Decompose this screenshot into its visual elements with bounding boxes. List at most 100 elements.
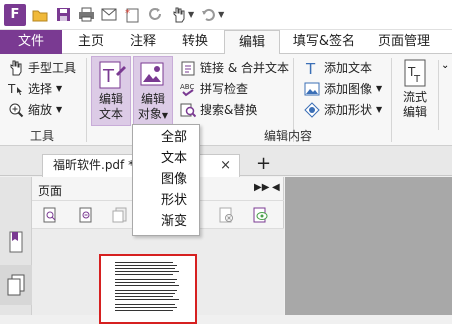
thumbnail-text-line — [115, 279, 177, 280]
page-properties-icon[interactable] — [252, 207, 268, 223]
edit-object-label-2: 对象▼ — [134, 107, 172, 123]
add-text-button[interactable]: T 添加文本 — [304, 59, 372, 76]
tab-file[interactable]: 文件 — [0, 30, 62, 54]
tab-page-manage[interactable]: 页面管理 — [368, 30, 440, 54]
link-merge-button[interactable]: 链接 & 合并文本 — [180, 59, 289, 76]
zoom-tool-button[interactable]: 缩放 ▼ — [8, 101, 62, 118]
hand-icon — [8, 60, 24, 76]
spell-check-button[interactable]: ABC 拼写检查 — [180, 80, 248, 97]
quick-access-caret-icon[interactable]: ▼ — [218, 10, 224, 19]
ribbon-overflow-icon[interactable]: ⌄ — [441, 60, 450, 71]
ribbon-overflow[interactable]: ⌄ — [438, 60, 450, 130]
flow-edit-label-1: 流式 — [402, 90, 427, 104]
select-caret-icon[interactable]: ▼ — [56, 84, 62, 93]
tab-comment[interactable]: 注释 — [120, 30, 166, 54]
thumbnail-text-line — [115, 293, 175, 294]
menu-item-gradient[interactable]: 渐变 — [133, 212, 199, 233]
document-tab-strip: 福昕软件.pdf * × + — [0, 146, 452, 177]
page-thumbnail[interactable] — [99, 254, 197, 324]
add-shape-caret-icon[interactable]: ▼ — [376, 105, 382, 114]
expand-panel-icon[interactable]: ▶▶ — [254, 182, 269, 193]
thumbnail-text-line — [115, 310, 173, 311]
add-text-label: 添加文本 — [324, 61, 373, 75]
svg-text:T: T — [305, 60, 316, 76]
thumbnail-text-line — [115, 304, 175, 305]
add-image-button[interactable]: 添加图像 ▼ — [304, 80, 382, 97]
tab-convert[interactable]: 转换 — [172, 30, 218, 54]
tab-fill-sign[interactable]: 填写&签名 — [286, 30, 362, 54]
search-replace-button[interactable]: 搜索&替换 — [180, 101, 257, 118]
edit-object-menu: 全部 文本 图像 形状 渐变 — [132, 124, 200, 236]
zoom-out-page-icon[interactable] — [78, 207, 94, 223]
redo-circle-icon[interactable] — [146, 6, 164, 24]
hand-tool-label: 手型工具 — [28, 61, 77, 75]
edit-text-icon: T — [96, 60, 126, 90]
title-bar: F * ▼ ▼ — [0, 0, 452, 30]
flow-edit-button[interactable]: TT 流式 编辑 — [397, 58, 433, 128]
new-blank-icon[interactable]: * — [123, 6, 141, 24]
thumbnail-text-line — [115, 271, 179, 272]
edit-object-label-text: 对象 — [137, 107, 162, 121]
print-icon[interactable] — [77, 6, 95, 24]
select-tool-button[interactable]: T 选择 ▼ — [8, 80, 62, 97]
text-select-icon: T — [8, 81, 24, 97]
zoom-in-page-icon[interactable] — [42, 207, 58, 223]
hand-select-icon[interactable] — [169, 6, 187, 24]
search-replace-icon — [180, 102, 196, 118]
edit-text-button[interactable]: T 编辑 文本 — [91, 56, 131, 126]
add-shape-button[interactable]: 添加形状 ▼ — [304, 101, 382, 118]
save-icon[interactable] — [54, 6, 72, 24]
close-tab-icon[interactable]: × — [220, 155, 231, 176]
edit-text-label-1: 编辑 — [98, 92, 123, 106]
tab-home[interactable]: 主页 — [68, 30, 114, 54]
bookmark-panel-icon[interactable] — [9, 231, 23, 256]
edit-content-group-label: 编辑内容 — [264, 129, 313, 143]
hand-tool-button[interactable]: 手型工具 — [8, 59, 76, 76]
thumbnail-text-line — [115, 262, 173, 263]
new-tab-button[interactable]: + — [256, 153, 271, 174]
add-shape-icon — [304, 101, 320, 118]
ribbon-panel: 手型工具 T 选择 ▼ 缩放 ▼ 工具 T 编辑 文本 编辑 对象▼ 链接 & … — [0, 54, 452, 146]
thumbnail-text-line — [115, 299, 179, 300]
tools-group-label: 工具 — [30, 129, 55, 143]
insert-page-icon[interactable] — [112, 207, 128, 223]
hand-caret-icon[interactable]: ▼ — [188, 10, 194, 19]
flow-edit-label-2: 编辑 — [402, 105, 427, 119]
thumbnail-text-line — [115, 282, 175, 283]
document-view[interactable] — [285, 177, 452, 315]
thumbnail-text-line — [115, 285, 179, 286]
spell-check-icon: ABC — [180, 81, 196, 97]
menu-item-all[interactable]: 全部 — [133, 128, 199, 149]
thumbnail-text-line — [115, 307, 177, 308]
link-merge-label: 链接 & 合并文本 — [200, 61, 289, 75]
edit-object-icon — [138, 60, 168, 90]
menu-item-image[interactable]: 图像 — [133, 170, 199, 191]
email-icon[interactable] — [100, 6, 118, 24]
zoom-tool-label: 缩放 — [28, 103, 53, 117]
tab-edit[interactable]: 编辑 — [224, 30, 280, 55]
menu-item-text[interactable]: 文本 — [133, 149, 199, 170]
pages-panel-icon — [7, 274, 25, 299]
thumbnail-text-line — [115, 296, 173, 297]
delete-page-icon[interactable] — [218, 207, 234, 223]
document-tab-name: 福昕软件.pdf * — [53, 158, 135, 172]
add-image-label: 添加图像 — [324, 82, 373, 96]
undo-icon[interactable] — [199, 6, 217, 24]
add-image-caret-icon[interactable]: ▼ — [376, 84, 382, 93]
search-replace-label: 搜索&替换 — [200, 103, 258, 117]
pages-panel-tab[interactable] — [0, 265, 32, 305]
zoom-icon — [8, 102, 24, 118]
ribbon-tab-bar: 文件 主页 注释 转换 编辑 填写&签名 页面管理 — [0, 30, 452, 55]
ribbon-separator — [391, 58, 392, 142]
thumbnail-text-line — [115, 268, 175, 269]
edit-object-caret-icon: ▼ — [161, 111, 169, 120]
zoom-caret-icon[interactable]: ▼ — [56, 105, 62, 114]
menu-item-shape[interactable]: 形状 — [133, 191, 199, 212]
svg-text:T: T — [413, 74, 421, 85]
navigation-strip — [0, 177, 32, 315]
edit-object-button[interactable]: 编辑 对象▼ — [133, 56, 173, 126]
edit-object-label-1: 编辑 — [140, 92, 165, 106]
open-folder-icon[interactable] — [31, 6, 49, 24]
select-tool-label: 选择 — [28, 82, 53, 96]
collapse-panel-icon[interactable]: ◀ — [272, 182, 280, 193]
